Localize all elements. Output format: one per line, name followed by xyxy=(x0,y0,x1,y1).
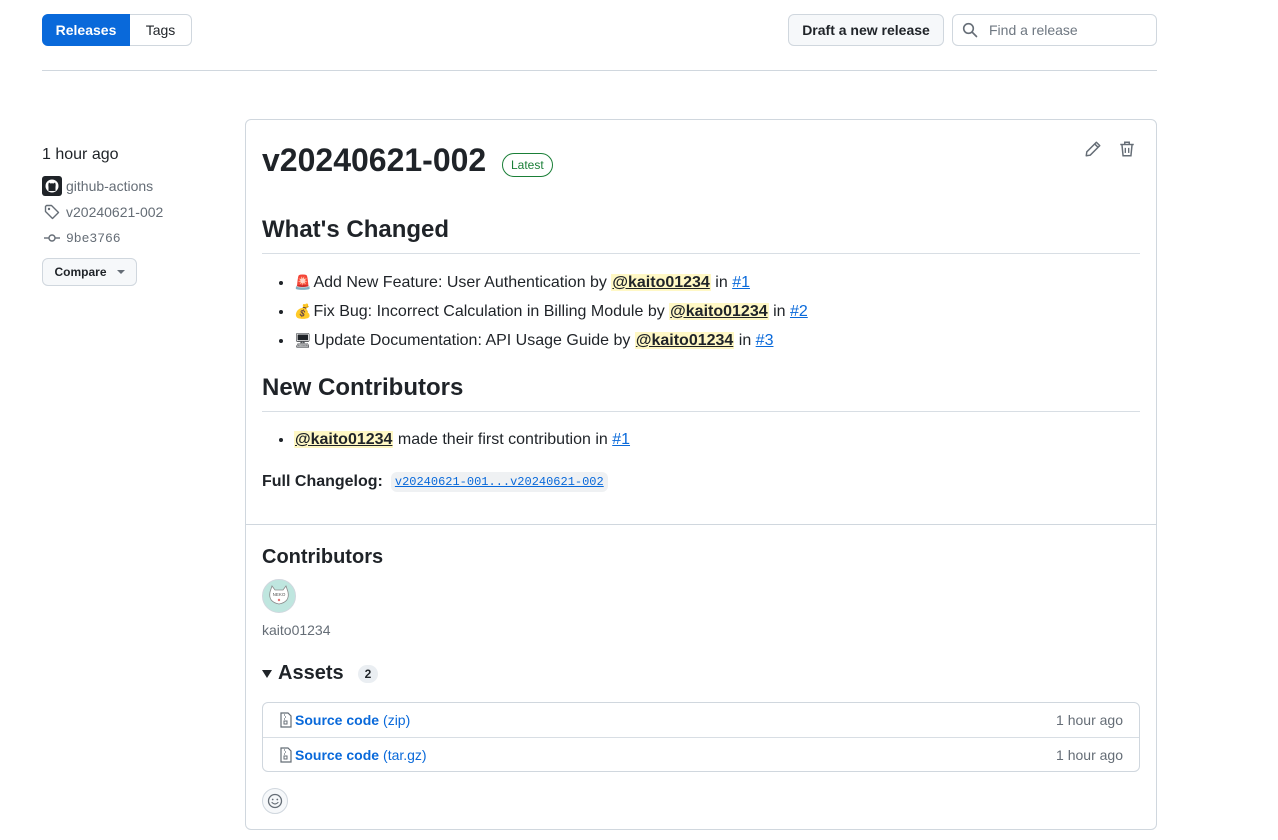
heading-divider xyxy=(262,411,1140,412)
release-tabs: Releases Tags xyxy=(42,14,192,46)
asset-time: 1 hour ago xyxy=(1056,747,1123,763)
in-text: in xyxy=(773,303,786,320)
heading-divider xyxy=(262,253,1140,254)
full-changelog: Full Changelog: v20240621-001...v2024062… xyxy=(262,472,608,492)
assets-count: 2 xyxy=(357,664,379,683)
user-mention[interactable]: @kaito01234 xyxy=(294,431,394,448)
file-zip-icon xyxy=(280,747,292,763)
author-name[interactable]: github-actions xyxy=(66,178,153,194)
pencil-icon[interactable] xyxy=(1084,140,1102,158)
change-text: Add New Feature: User Authentication by xyxy=(313,274,607,291)
release-meta: 1 hour ago github-actions v20240621-002 xyxy=(42,146,232,286)
asset-extension[interactable]: (tar.gz) xyxy=(383,747,427,763)
pr-link[interactable]: #1 xyxy=(612,431,630,448)
commit-icon xyxy=(42,228,62,248)
in-text: in xyxy=(715,274,728,291)
release-card: v20240621-002 Latest What's Changed 🚨Add… xyxy=(245,119,1157,830)
smiley-icon xyxy=(267,793,283,809)
latest-badge: Latest xyxy=(502,153,553,177)
commit-sha[interactable]: 9be3766 xyxy=(66,231,121,246)
avatar[interactable]: NEKO xyxy=(262,579,296,613)
change-text: Update Documentation: API Usage Guide by xyxy=(313,332,631,349)
asset-name[interactable]: Source code xyxy=(295,712,379,728)
tag-row[interactable]: v20240621-002 xyxy=(42,202,232,222)
list-item: 💰Fix Bug: Incorrect Calculation in Billi… xyxy=(294,297,808,326)
list-item: 🖥Update Documentation: API Usage Guide b… xyxy=(294,326,808,355)
asset-name[interactable]: Source code xyxy=(295,747,379,763)
triangle-down-icon xyxy=(262,669,272,678)
tag-icon xyxy=(42,202,62,222)
trash-icon[interactable] xyxy=(1118,140,1136,158)
changelog-label: Full Changelog: xyxy=(262,473,383,490)
asset-time: 1 hour ago xyxy=(1056,712,1123,728)
file-zip-icon xyxy=(280,712,292,728)
new-contributors-heading: New Contributors xyxy=(262,374,464,401)
contribution-text: made their first contribution in xyxy=(397,431,608,448)
pr-link[interactable]: #2 xyxy=(790,303,808,320)
search-input[interactable] xyxy=(987,21,1151,39)
pr-link[interactable]: #3 xyxy=(756,332,774,349)
asset-row[interactable]: Source code (zip) 1 hour ago xyxy=(263,703,1139,737)
user-mention[interactable]: @kaito01234 xyxy=(611,274,711,291)
assets-heading: Assets xyxy=(278,662,344,684)
asset-extension[interactable]: (zip) xyxy=(383,712,410,728)
release-time: 1 hour ago xyxy=(42,146,119,163)
changes-list: 🚨Add New Feature: User Authentication by… xyxy=(262,268,808,355)
siren-icon: 🚨 xyxy=(294,274,312,290)
release-title[interactable]: v20240621-002 xyxy=(262,142,486,179)
user-mention[interactable]: @kaito01234 xyxy=(669,303,769,320)
add-reaction-button[interactable] xyxy=(262,788,288,814)
compare-label: Compare xyxy=(54,265,107,279)
release-search[interactable] xyxy=(952,14,1157,46)
draft-release-button[interactable]: Draft a new release xyxy=(788,14,944,46)
asset-row[interactable]: Source code (tar.gz) 1 hour ago xyxy=(263,737,1139,772)
assets-list: Source code (zip) 1 hour ago Source code… xyxy=(262,702,1140,772)
tab-tags[interactable]: Tags xyxy=(130,14,192,46)
assets-toggle[interactable]: Assets 2 xyxy=(262,662,379,685)
money-bag-icon: 💰 xyxy=(294,303,312,319)
github-logo-icon xyxy=(42,176,62,196)
divider xyxy=(42,70,1157,71)
list-item: 🚨Add New Feature: User Authentication by… xyxy=(294,268,808,297)
new-contributors-list: @kaito01234 made their first contributio… xyxy=(262,426,630,454)
tag-name[interactable]: v20240621-002 xyxy=(66,204,163,220)
cat-avatar-icon: NEKO xyxy=(263,580,295,612)
search-icon xyxy=(962,22,978,38)
compare-button[interactable]: Compare xyxy=(42,258,137,286)
monitor-icon: 🖥 xyxy=(294,332,312,348)
svg-text:NEKO: NEKO xyxy=(273,592,286,597)
tab-releases[interactable]: Releases xyxy=(42,14,130,46)
commit-row[interactable]: 9be3766 xyxy=(42,228,232,248)
user-mention[interactable]: @kaito01234 xyxy=(634,332,735,349)
list-item: @kaito01234 made their first contributio… xyxy=(294,426,630,454)
author-row[interactable]: github-actions xyxy=(42,176,232,196)
contributor-name[interactable]: kaito01234 xyxy=(262,622,331,638)
contributors-heading: Contributors xyxy=(262,546,384,568)
divider xyxy=(246,524,1156,525)
pr-link[interactable]: #1 xyxy=(732,274,750,291)
in-text: in xyxy=(738,332,752,349)
whats-changed-heading: What's Changed xyxy=(262,216,450,243)
changelog-compare-link[interactable]: v20240621-001...v20240621-002 xyxy=(390,472,608,492)
change-text: Fix Bug: Incorrect Calculation in Billin… xyxy=(313,303,665,320)
chevron-down-icon xyxy=(116,270,125,274)
